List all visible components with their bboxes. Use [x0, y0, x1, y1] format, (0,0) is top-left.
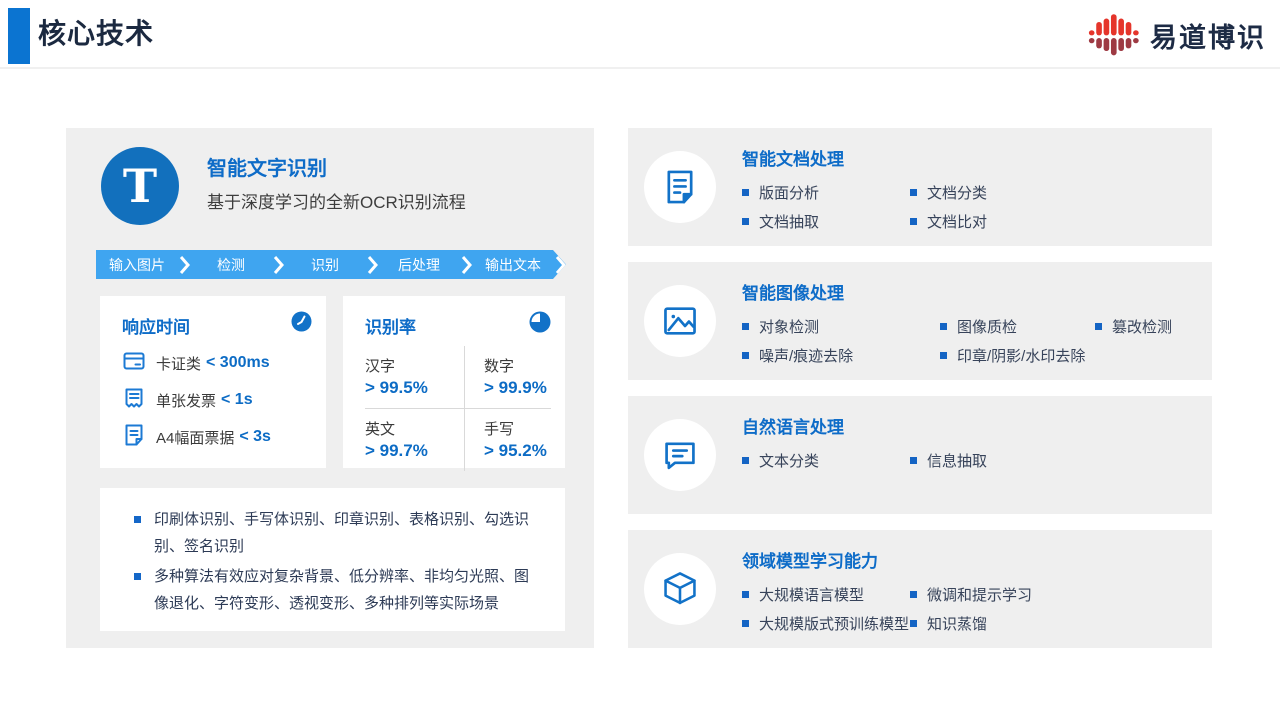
ocr-panel-title: 智能文字识别	[207, 152, 327, 181]
feature-item: 篡改检测	[1095, 317, 1172, 336]
capability-item: 印刷体识别、手写体识别、印章识别、表格识别、勾选识别、签名识别	[134, 506, 539, 560]
rate-value: > 99.9%	[484, 378, 551, 398]
rate-label: 英文	[365, 418, 464, 439]
response-time-title: 响应时间	[122, 311, 190, 338]
feature-title: 领域模型学习能力	[742, 547, 1202, 572]
response-value: < 3s	[239, 428, 271, 446]
logo-text: 易道博识	[1150, 16, 1266, 55]
flow-step: 后处理	[378, 255, 460, 275]
response-label: A4幅面票据	[156, 427, 234, 448]
feature-item: 对象检测	[742, 317, 940, 336]
rate-label: 数字	[484, 355, 551, 376]
square-bullet-icon	[742, 457, 749, 464]
feature-panel-nlp: 自然语言处理 文本分类 信息抽取	[628, 396, 1212, 514]
pie-chart-icon	[529, 311, 551, 338]
ocr-panel: T 智能文字识别 基于深度学习的全新OCR识别流程 输入图片 检测 识别 后处理…	[66, 128, 594, 648]
chevron-right-icon	[272, 255, 284, 275]
square-bullet-icon	[910, 189, 917, 196]
rate-value: > 99.5%	[365, 378, 464, 398]
feature-title: 智能文档处理	[742, 145, 1202, 170]
flow-step: 输出文本	[472, 255, 554, 275]
image-icon	[644, 285, 716, 357]
recognition-rate-box: 识别率 汉字 > 99.5% 数字 > 99.9% 英文 > 99.7%	[343, 296, 565, 468]
chevron-right-icon	[366, 255, 378, 275]
square-bullet-icon	[742, 323, 749, 330]
square-bullet-icon	[910, 218, 917, 225]
ocr-flow-arrow: 输入图片 检测 识别 后处理 输出文本	[96, 250, 566, 279]
rate-cell: 汉字 > 99.5%	[365, 346, 465, 409]
feature-item: 大规模语言模型	[742, 585, 910, 604]
cube-icon	[644, 553, 716, 625]
feature-item: 信息抽取	[910, 451, 987, 470]
square-bullet-icon	[742, 218, 749, 225]
feature-item: 文本分类	[742, 451, 910, 470]
document-icon	[122, 423, 146, 452]
rate-label: 手写	[484, 418, 551, 439]
header: 核心技术	[0, 0, 1280, 69]
response-row: A4幅面票据 < 3s	[122, 425, 312, 449]
rate-value: > 99.7%	[365, 441, 464, 461]
company-logo: 易道博识	[1088, 9, 1266, 61]
feature-item: 文档比对	[910, 212, 987, 231]
square-bullet-icon	[910, 457, 917, 464]
flow-step: 识别	[284, 255, 366, 275]
feature-item: 印章/阴影/水印去除	[940, 346, 1095, 365]
response-value: < 1s	[221, 391, 253, 409]
square-bullet-icon	[742, 620, 749, 627]
response-time-box: 响应时间 卡证类 < 300ms 单张发票 < 1s	[100, 296, 326, 468]
feature-title: 智能图像处理	[742, 279, 1202, 304]
card-icon	[122, 349, 146, 378]
response-value: < 300ms	[206, 354, 270, 372]
clock-icon	[291, 311, 312, 337]
slide: 核心技术	[0, 0, 1280, 720]
capabilities-box: 印刷体识别、手写体识别、印章识别、表格识别、勾选识别、签名识别 多种算法有效应对…	[100, 488, 565, 631]
rate-label: 汉字	[365, 355, 464, 376]
rate-value: > 95.2%	[484, 441, 551, 461]
square-bullet-icon	[742, 352, 749, 359]
feature-item: 版面分析	[742, 183, 910, 202]
feature-item: 文档抽取	[742, 212, 910, 231]
square-bullet-icon	[742, 189, 749, 196]
flow-step: 输入图片	[96, 255, 178, 275]
document-lines-icon	[644, 151, 716, 223]
feature-item: 知识蒸馏	[910, 614, 1032, 633]
rate-cell: 手写 > 95.2%	[465, 409, 551, 471]
square-bullet-icon	[742, 591, 749, 598]
feature-panel-model-learning: 领域模型学习能力 大规模语言模型 大规模版式预训练模型 微调和提示学习 知识蒸馏	[628, 530, 1212, 648]
feature-item: 大规模版式预训练模型	[742, 614, 910, 633]
rate-grid: 汉字 > 99.5% 数字 > 99.9% 英文 > 99.7% 手写 > 95…	[365, 346, 551, 471]
capability-item: 多种算法有效应对复杂背景、低分辨率、非均匀光照、图像退化、字符变形、透视变形、多…	[134, 563, 539, 617]
text-recognition-badge-icon: T	[101, 147, 179, 225]
feature-panel-image-processing: 智能图像处理 对象检测 噪声/痕迹去除 图像质检 印章/阴影/水印去除 篡改检测	[628, 262, 1212, 380]
feature-panel-document-processing: 智能文档处理 版面分析 文档抽取 文档分类 文档比对	[628, 128, 1212, 246]
response-row: 卡证类 < 300ms	[122, 351, 312, 375]
square-bullet-icon	[910, 591, 917, 598]
square-bullet-icon	[910, 620, 917, 627]
recognition-rate-title: 识别率	[365, 311, 416, 338]
chat-icon	[644, 419, 716, 491]
square-bullet-icon	[940, 352, 947, 359]
chevron-right-icon	[460, 255, 472, 275]
feature-item: 文档分类	[910, 183, 987, 202]
response-label: 单张发票	[156, 390, 216, 411]
logo-soundwave-icon	[1088, 9, 1140, 61]
chevron-right-icon	[178, 255, 190, 275]
rate-cell: 英文 > 99.7%	[365, 409, 465, 471]
rate-cell: 数字 > 99.9%	[465, 346, 551, 409]
square-bullet-icon	[940, 323, 947, 330]
response-row: 单张发票 < 1s	[122, 388, 312, 412]
badge-letter: T	[123, 163, 157, 209]
feature-title: 自然语言处理	[742, 413, 1202, 438]
square-bullet-icon	[1095, 323, 1102, 330]
receipt-icon	[122, 386, 146, 415]
flow-step: 检测	[190, 255, 272, 275]
feature-item: 图像质检	[940, 317, 1095, 336]
feature-item: 微调和提示学习	[910, 585, 1032, 604]
page-title: 核心技术	[38, 0, 154, 67]
response-label: 卡证类	[156, 353, 201, 374]
ocr-panel-subtitle: 基于深度学习的全新OCR识别流程	[207, 188, 466, 213]
header-accent-bar	[8, 8, 30, 64]
chevron-right-icon	[554, 255, 566, 275]
feature-item: 噪声/痕迹去除	[742, 346, 940, 365]
